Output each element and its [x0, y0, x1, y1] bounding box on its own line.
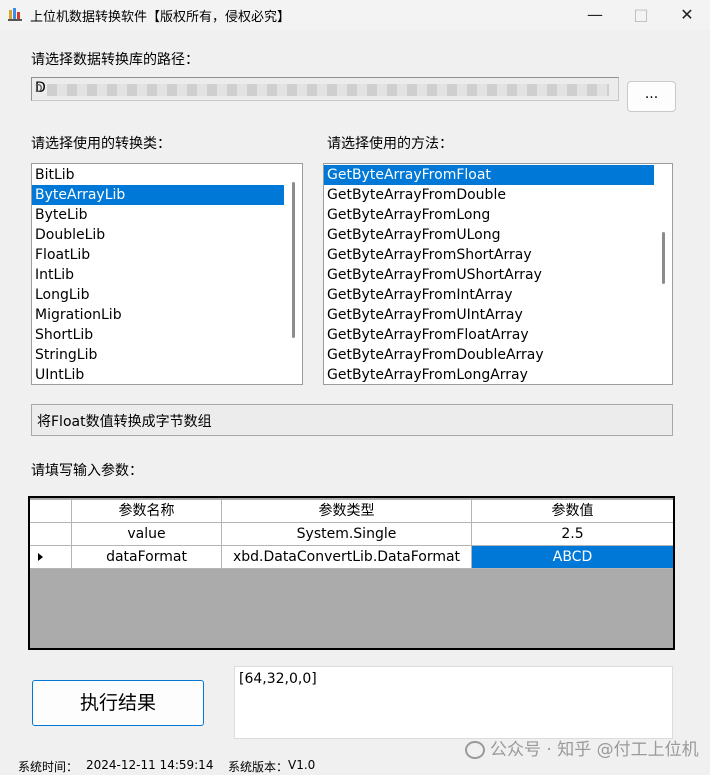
- window-title: 上位机数据转换软件【版权所有，侵权必究】: [30, 10, 291, 25]
- row-header[interactable]: [30, 523, 72, 546]
- param-type-cell[interactable]: System.Single: [222, 523, 472, 546]
- class-item[interactable]: DoubleLib: [32, 225, 302, 245]
- method-list-label: 请选择使用的方法：: [327, 136, 453, 152]
- class-item[interactable]: StringLib: [32, 345, 302, 365]
- column-header-name[interactable]: 参数名称: [72, 500, 222, 523]
- param-value-cell[interactable]: 2.5: [472, 523, 673, 546]
- app-chart-icon: [8, 7, 22, 21]
- title-bar: 上位机数据转换软件【版权所有，侵权必究】 — □ ✕: [0, 0, 710, 30]
- execute-button[interactable]: 执行结果: [32, 680, 204, 726]
- param-name-cell[interactable]: dataFormat: [72, 546, 222, 569]
- params-grid[interactable]: 参数名称 参数类型 参数值 value System.Single 2.5 da…: [28, 496, 675, 650]
- description-text: 将Float数值转换成字节数组: [37, 414, 212, 430]
- class-item[interactable]: IntLib: [32, 265, 302, 285]
- table-row[interactable]: value System.Single 2.5: [30, 523, 673, 546]
- class-item[interactable]: UIntLib: [32, 365, 302, 384]
- method-item[interactable]: GetByteArrayFromUIntArray: [324, 305, 672, 325]
- method-item[interactable]: GetByteArrayFromLong: [324, 205, 672, 225]
- table-row[interactable]: dataFormat xbd.DataConvertLib.DataFormat…: [30, 546, 673, 569]
- class-listbox[interactable]: BitLib ByteArrayLib ByteLib DoubleLib Fl…: [31, 163, 303, 385]
- version-label: 系统版本：: [228, 760, 289, 774]
- row-header[interactable]: [30, 546, 72, 569]
- grid-header-row: 参数名称 参数类型 参数值: [30, 500, 673, 523]
- column-header-value[interactable]: 参数值: [472, 500, 673, 523]
- method-item[interactable]: GetByteArrayFromLongArray: [324, 365, 672, 384]
- maximize-button: □: [633, 5, 649, 24]
- path-end: ɔ: [35, 80, 43, 96]
- method-item[interactable]: GetByteArrayFromShortArray: [324, 245, 672, 265]
- class-item-selected[interactable]: ByteArrayLib: [32, 185, 284, 205]
- minimize-button[interactable]: —: [572, 0, 618, 30]
- class-item[interactable]: ByteLib: [32, 205, 302, 225]
- path-field[interactable]: D: ɔ: [31, 77, 619, 101]
- current-row-arrow-icon: [38, 553, 43, 561]
- method-listbox[interactable]: GetByteArrayFromFloat GetByteArrayFromDo…: [323, 163, 673, 385]
- params-label: 请填写输入参数：: [31, 463, 143, 479]
- result-field[interactable]: [64,32,0,0]: [234, 666, 673, 739]
- time-value: 2024-12-11 14:59:14: [86, 758, 214, 772]
- method-item[interactable]: GetByteArrayFromUShortArray: [324, 265, 672, 285]
- method-description: 将Float数值转换成字节数组: [31, 404, 673, 436]
- class-list-label: 请选择使用的转换类：: [31, 136, 171, 152]
- method-item[interactable]: GetByteArrayFromULong: [324, 225, 672, 245]
- grid-corner: [30, 500, 72, 523]
- version-value: V1.0: [288, 758, 316, 772]
- method-list-scrollbar[interactable]: [662, 232, 665, 284]
- param-value-cell-selected[interactable]: ABCD: [472, 546, 673, 569]
- result-text: [64,32,0,0]: [239, 671, 317, 687]
- class-item[interactable]: LongLib: [32, 285, 302, 305]
- status-bar: 系统时间： 2024-12-11 14:59:14 系统版本： V1.0: [0, 755, 710, 775]
- class-list-scrollbar[interactable]: [292, 182, 295, 338]
- browse-button[interactable]: ...: [627, 81, 676, 112]
- path-label: 请选择数据转换库的路径：: [31, 52, 199, 68]
- method-item[interactable]: GetByteArrayFromFloatArray: [324, 325, 672, 345]
- method-item-selected[interactable]: GetByteArrayFromFloat: [324, 165, 654, 185]
- param-name-cell[interactable]: value: [72, 523, 222, 546]
- time-label: 系统时间：: [18, 760, 79, 774]
- param-type-cell[interactable]: xbd.DataConvertLib.DataFormat: [222, 546, 472, 569]
- class-item[interactable]: ShortLib: [32, 325, 302, 345]
- method-item[interactable]: GetByteArrayFromDoubleArray: [324, 345, 672, 365]
- column-header-type[interactable]: 参数类型: [222, 500, 472, 523]
- method-item[interactable]: GetByteArrayFromDouble: [324, 185, 672, 205]
- close-button[interactable]: ✕: [664, 0, 710, 30]
- class-item[interactable]: MigrationLib: [32, 305, 302, 325]
- method-item[interactable]: GetByteArrayFromIntArray: [324, 285, 672, 305]
- class-item[interactable]: FloatLib: [32, 245, 302, 265]
- class-item[interactable]: BitLib: [32, 165, 302, 185]
